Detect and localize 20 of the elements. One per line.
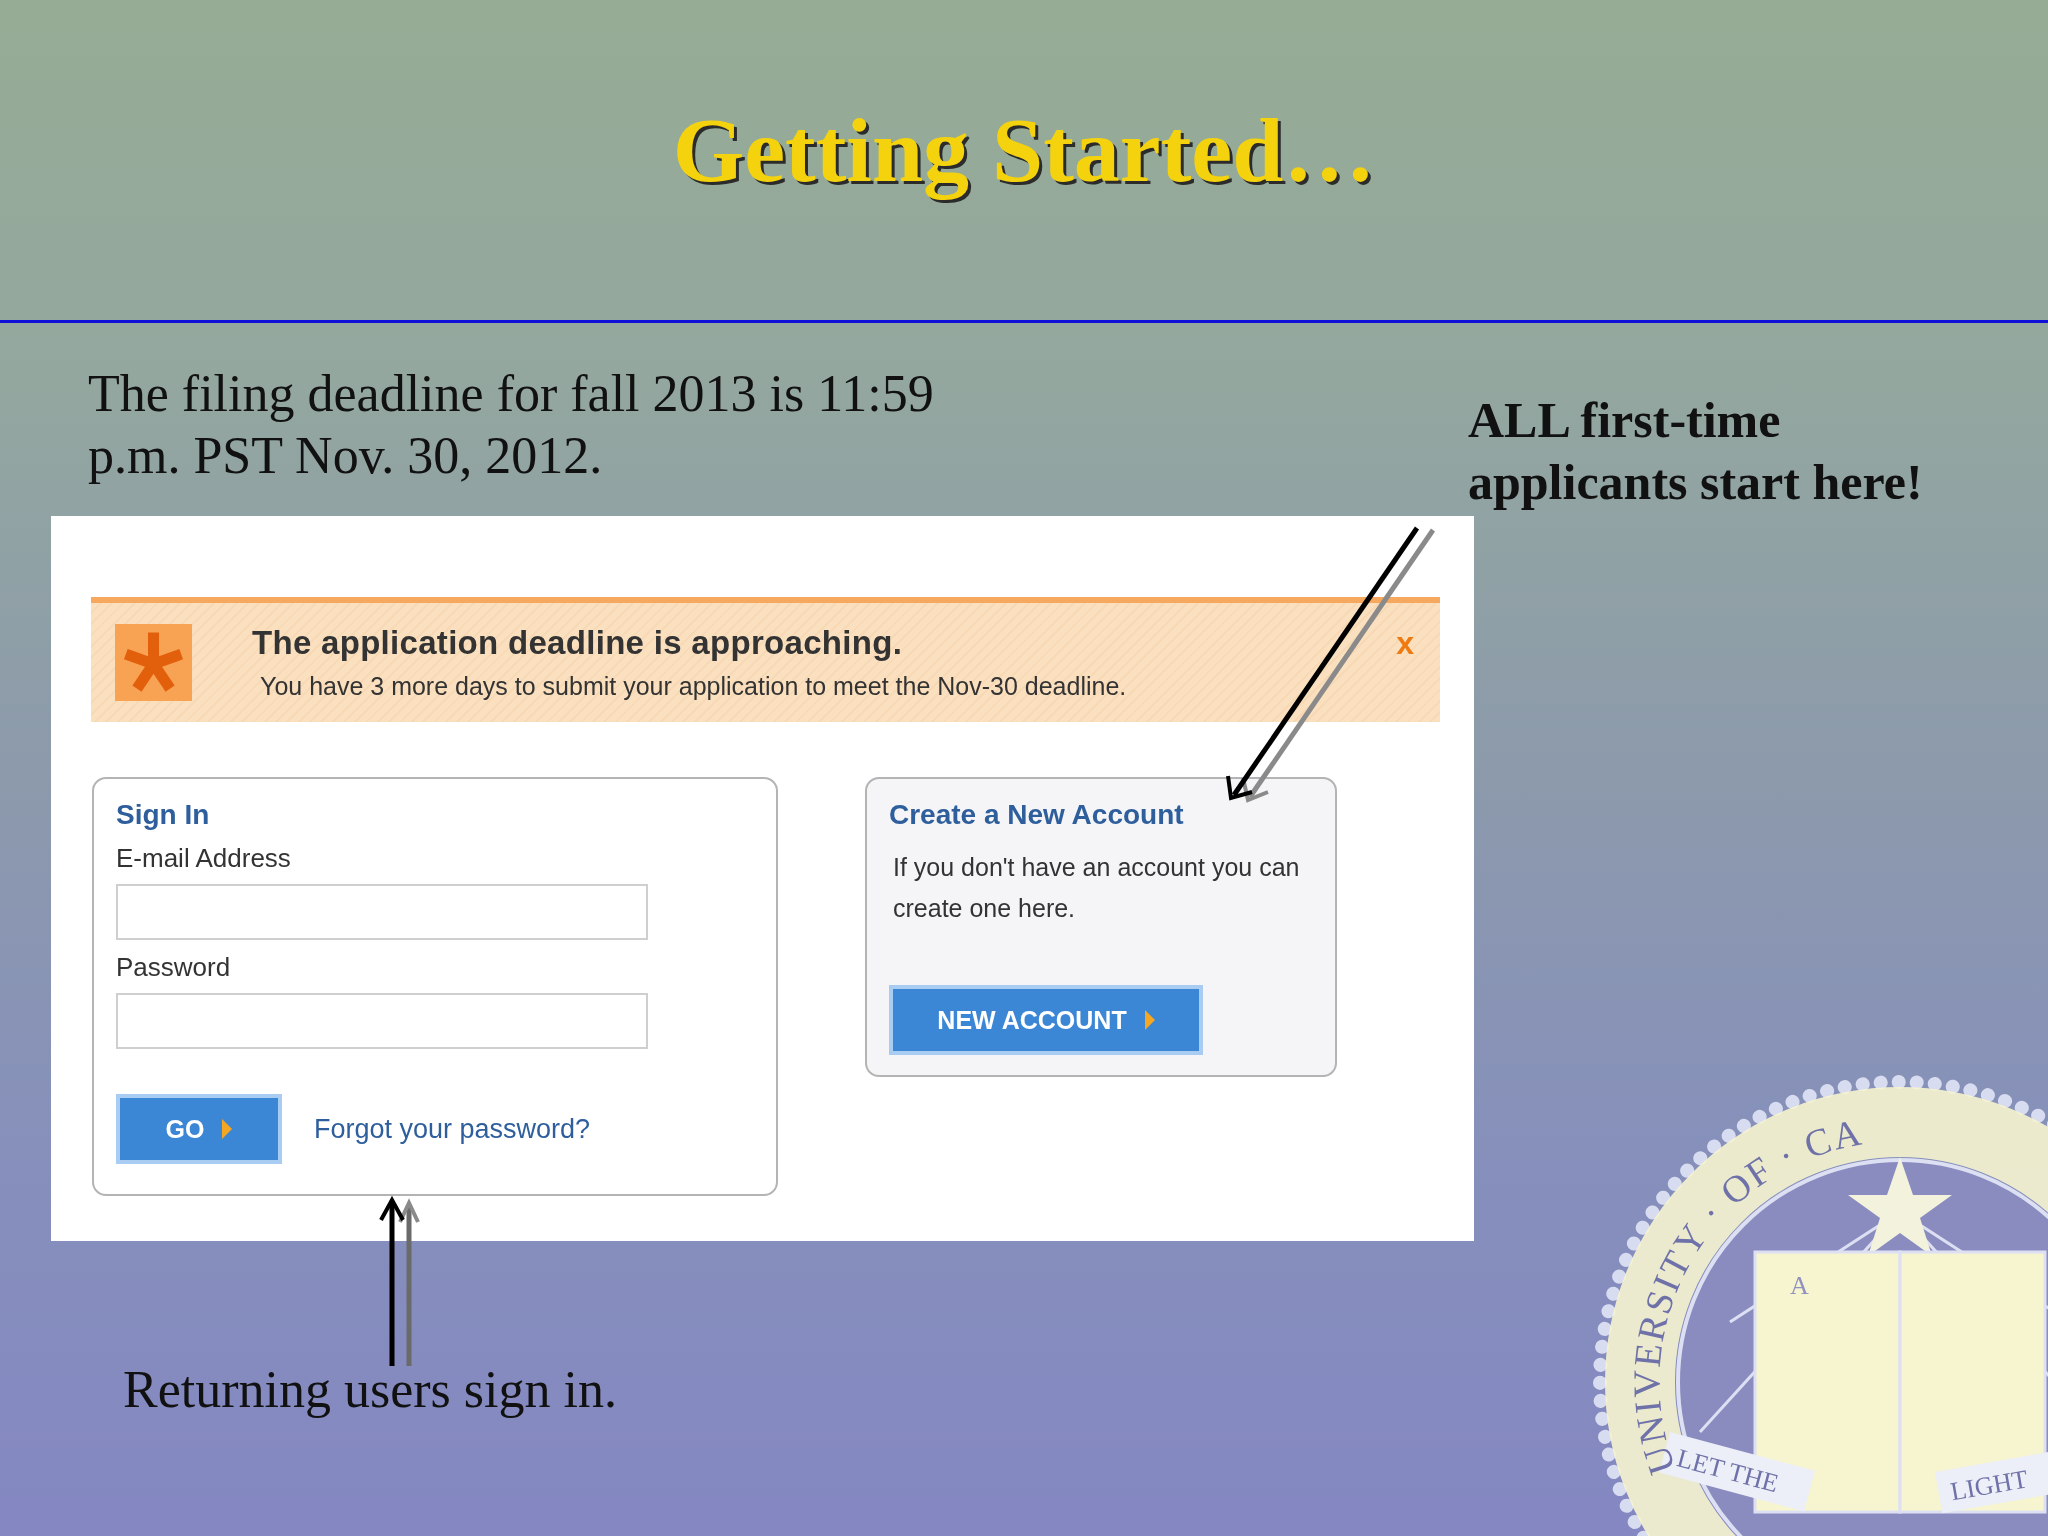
callout-text: Returning users sign in.	[123, 1360, 617, 1419]
deadline-text: The filing deadline for fall 2013 is 11:59 p.m. PST Nov. 30, 2012.	[88, 364, 935, 486]
alert-message: You have 3 more days to submit your application to meet the Nov-30 deadline.	[259, 672, 1128, 701]
go-button[interactable]: GO	[116, 1094, 282, 1164]
new-account-button[interactable]: NEW ACCOUNT	[889, 985, 1203, 1055]
card-heading: Sign In	[116, 799, 211, 831]
close-button[interactable]: x	[1394, 625, 1416, 662]
asterisk-icon	[115, 624, 192, 701]
slide-title: Getting Started…	[672, 100, 1376, 202]
card-heading: Create a New Account	[889, 799, 1185, 831]
callout-text: ALL first-time applicants start here!	[1468, 391, 1924, 512]
field-label: Password	[116, 952, 232, 983]
password-field[interactable]	[116, 993, 648, 1049]
field-label: E-mail Address	[116, 843, 292, 874]
caret-icon	[222, 1119, 233, 1139]
card-text: If you don't have an account you can create one here.	[893, 852, 1301, 924]
forgot-password-link[interactable]: Forgot your password?	[314, 1113, 591, 1145]
alert-title: The application deadline is approaching.	[252, 624, 904, 662]
email-field[interactable]	[116, 884, 648, 940]
caret-icon	[1144, 1010, 1155, 1030]
